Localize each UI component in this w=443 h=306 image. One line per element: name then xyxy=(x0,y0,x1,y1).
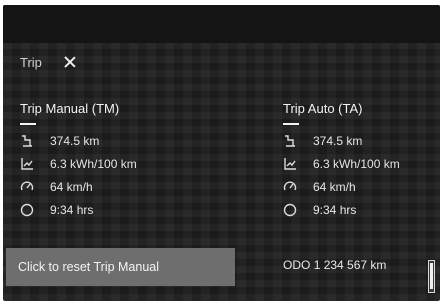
trip-auto-column: Trip Auto (TA) 374.5 km 6.3 kWh/100 km 6… xyxy=(283,101,440,221)
odometer: ODO 1 234 567 km xyxy=(283,258,386,272)
heading-underline xyxy=(283,123,299,125)
trip-manual-heading: Trip Manual (TM) xyxy=(20,101,120,116)
trip-auto-heading: Trip Auto (TA) xyxy=(283,101,363,116)
energy-consumption-icon xyxy=(283,157,297,171)
close-icon[interactable] xyxy=(62,54,78,70)
title-row: Trip xyxy=(20,51,78,73)
trip-auto-distance: 374.5 km xyxy=(313,133,363,148)
trip-manual-distance-row: 374.5 km xyxy=(20,129,200,152)
trip-manual-speed-row: 64 km/h xyxy=(20,175,200,198)
trip-screen: Trip Trip Manual (TM) 374.5 km 6.3 kWh/1… xyxy=(3,5,440,301)
clock-icon xyxy=(283,203,297,217)
page-title: Trip xyxy=(20,54,42,70)
trip-manual-column: Trip Manual (TM) 374.5 km 6.3 kWh/100 km… xyxy=(20,101,200,221)
odometer-value: 1 234 567 km xyxy=(313,258,387,272)
trip-auto-energy: 6.3 kWh/100 km xyxy=(313,156,400,171)
trip-auto-speed-row: 64 km/h xyxy=(283,175,440,198)
energy-consumption-icon xyxy=(20,157,34,171)
heading-underline xyxy=(20,123,36,125)
trip-manual-time-row: 9:34 hrs xyxy=(20,198,200,221)
distance-icon xyxy=(20,134,34,148)
trip-manual-speed: 64 km/h xyxy=(50,179,93,194)
trip-auto-time: 9:34 hrs xyxy=(313,202,357,217)
odometer-label: ODO xyxy=(283,258,311,272)
trip-auto-speed: 64 km/h xyxy=(313,179,356,194)
speed-gauge-icon xyxy=(283,180,297,194)
trip-auto-energy-row: 6.3 kWh/100 km xyxy=(283,152,440,175)
trip-auto-distance-row: 374.5 km xyxy=(283,129,440,152)
distance-icon xyxy=(283,134,297,148)
clock-icon xyxy=(20,203,34,217)
top-bar xyxy=(3,5,440,43)
trip-manual-time: 9:34 hrs xyxy=(50,202,94,217)
trip-manual-energy: 6.3 kWh/100 km xyxy=(50,156,137,171)
scrollbar[interactable] xyxy=(428,260,435,293)
speed-gauge-icon xyxy=(20,180,34,194)
trip-manual-energy-row: 6.3 kWh/100 km xyxy=(20,152,200,175)
scrollbar-thumb[interactable] xyxy=(430,263,433,289)
reset-trip-manual-button[interactable]: Click to reset Trip Manual xyxy=(6,248,235,286)
trip-auto-time-row: 9:34 hrs xyxy=(283,198,440,221)
trip-manual-distance: 374.5 km xyxy=(50,133,100,148)
